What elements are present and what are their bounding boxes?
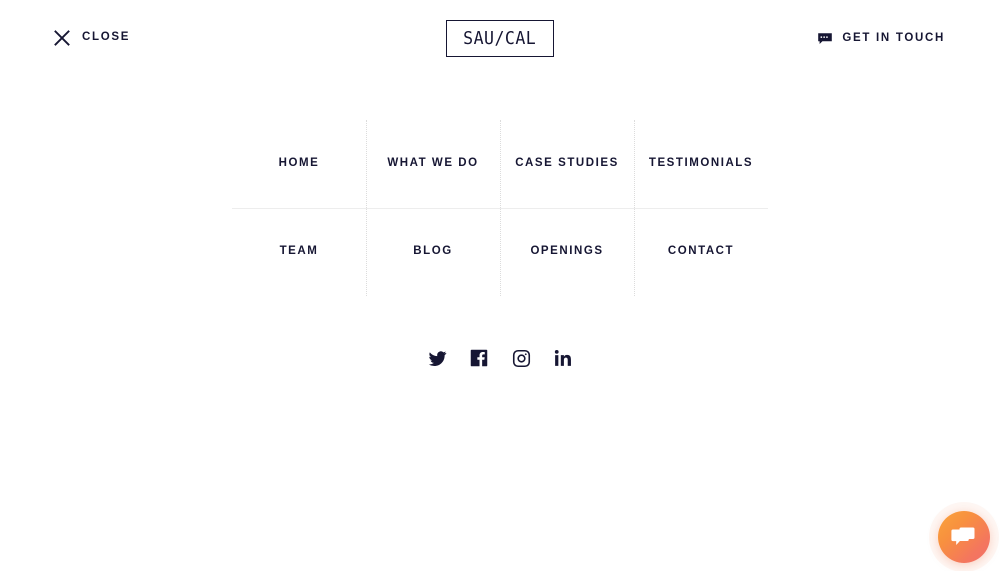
chat-bubbles-icon <box>951 525 977 549</box>
site-header: CLOSE SAU/CAL GET IN TOUCH <box>0 0 1000 78</box>
social-link-facebook[interactable] <box>467 346 491 370</box>
social-link-twitter[interactable] <box>425 346 449 370</box>
nav-item-what-we-do[interactable]: WHAT WE DO <box>366 120 500 208</box>
linkedin-icon <box>554 349 572 367</box>
instagram-icon <box>512 349 531 368</box>
get-in-touch-button[interactable]: GET IN TOUCH <box>817 31 945 47</box>
social-link-linkedin[interactable] <box>551 346 575 370</box>
nav-item-testimonials[interactable]: TESTIMONIALS <box>634 120 768 208</box>
close-x-icon <box>53 29 71 47</box>
get-in-touch-label: GET IN TOUCH <box>842 32 945 45</box>
logo[interactable]: SAU/CAL <box>446 20 554 57</box>
social-links <box>0 346 1000 370</box>
nav-item-team[interactable]: TEAM <box>232 208 366 296</box>
nav-item-label: HOME <box>278 157 320 170</box>
social-link-instagram[interactable] <box>509 346 533 370</box>
nav-item-label: WHAT WE DO <box>387 157 479 170</box>
main-navigation: HOME WHAT WE DO CASE STUDIES TESTIMONIAL… <box>232 120 768 296</box>
logo-text: SAU/CAL <box>463 27 537 49</box>
nav-item-blog[interactable]: BLOG <box>366 208 500 296</box>
nav-item-case-studies[interactable]: CASE STUDIES <box>500 120 634 208</box>
nav-item-label: CONTACT <box>667 245 735 258</box>
nav-item-label: BLOG <box>413 245 453 258</box>
nav-item-label: OPENINGS <box>530 245 604 258</box>
chat-widget-button[interactable] <box>938 511 990 563</box>
nav-item-label: TESTIMONIALS <box>648 157 754 170</box>
nav-item-contact[interactable]: CONTACT <box>634 208 768 296</box>
nav-item-openings[interactable]: OPENINGS <box>500 208 634 296</box>
close-button[interactable]: CLOSE <box>53 29 130 47</box>
twitter-icon <box>428 349 447 368</box>
nav-row: TEAM BLOG OPENINGS CONTACT <box>232 208 768 296</box>
nav-row: HOME WHAT WE DO CASE STUDIES TESTIMONIAL… <box>232 120 768 208</box>
nav-grid: HOME WHAT WE DO CASE STUDIES TESTIMONIAL… <box>232 120 768 296</box>
close-label: CLOSE <box>82 31 131 44</box>
nav-item-home[interactable]: HOME <box>232 120 366 208</box>
nav-item-label: CASE STUDIES <box>515 157 619 170</box>
facebook-icon <box>470 349 488 367</box>
nav-item-label: TEAM <box>279 245 319 258</box>
chat-bubble-icon <box>817 31 833 47</box>
